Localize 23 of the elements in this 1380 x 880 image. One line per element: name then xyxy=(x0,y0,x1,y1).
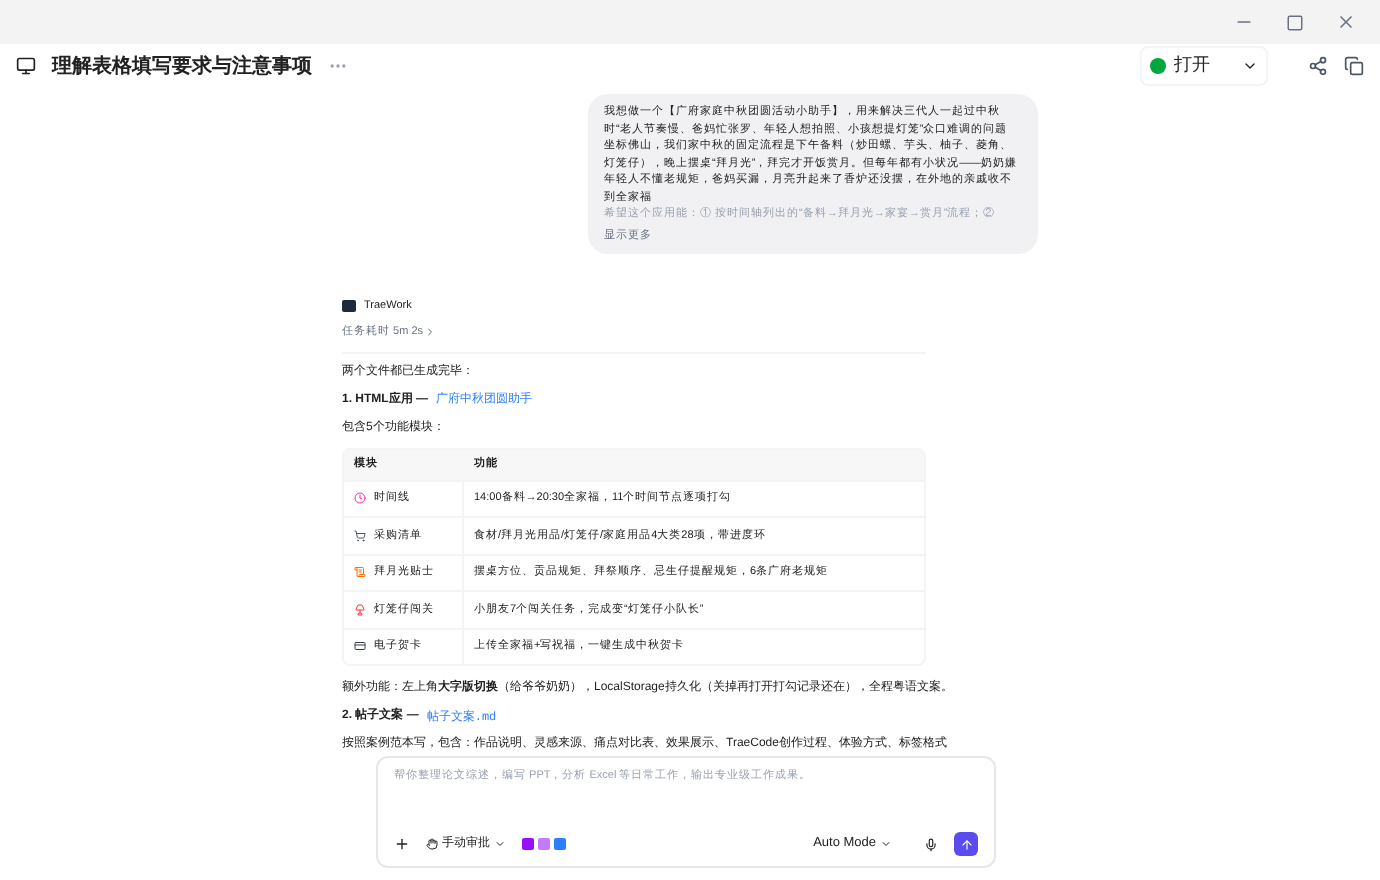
send-button[interactable] xyxy=(954,832,978,856)
maximize-icon[interactable] xyxy=(1286,13,1304,31)
share-icon[interactable] xyxy=(1308,56,1328,76)
hand-icon xyxy=(426,838,438,850)
window-title: 理解表格填写要求与注意事项 xyxy=(52,52,312,81)
close-icon[interactable] xyxy=(1336,12,1356,32)
caret-icon xyxy=(880,838,892,850)
card-icon xyxy=(354,640,366,653)
copy-icon[interactable] xyxy=(1344,56,1364,76)
logo-icon xyxy=(342,300,356,313)
add-icon[interactable] xyxy=(394,836,410,852)
caret-icon xyxy=(1242,58,1258,74)
cart-icon xyxy=(354,529,366,542)
lantern-icon xyxy=(354,603,366,616)
scroll-icon xyxy=(354,566,366,579)
clock-icon xyxy=(354,492,366,505)
chevron-icon xyxy=(423,326,436,339)
caret-icon xyxy=(494,838,506,850)
send-icon xyxy=(959,837,973,851)
open-button[interactable]: 打开 xyxy=(1140,46,1268,86)
app-icon xyxy=(1150,58,1166,74)
monitor-icon xyxy=(16,56,36,76)
mic-icon[interactable] xyxy=(924,837,938,851)
